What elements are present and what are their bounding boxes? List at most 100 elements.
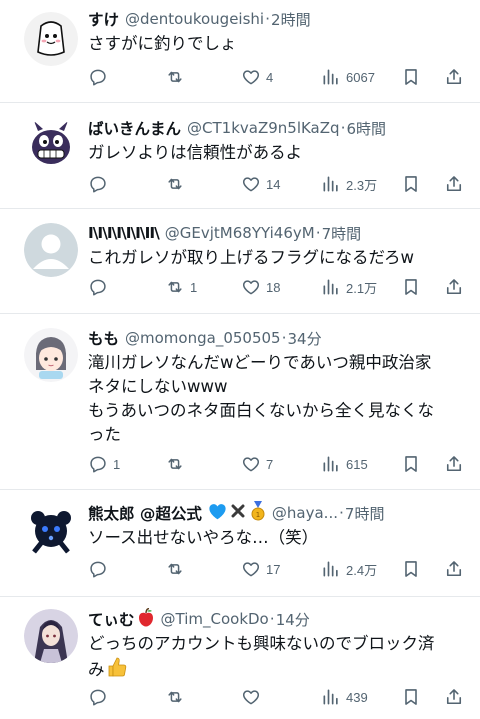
user-handle[interactable]: @momonga_050505 (125, 329, 281, 347)
like-button[interactable]: 4 (241, 65, 273, 89)
tweet[interactable]: てぃむ @Tim_CookDo · 14分 どっちのアカウントも興味ないのでブロ… (0, 597, 480, 719)
timestamp[interactable]: 7時間 (322, 223, 362, 244)
views-button[interactable]: 2.1万 (321, 275, 377, 299)
display-name[interactable]: てぃむ (88, 608, 135, 630)
bookmark-button[interactable] (401, 275, 421, 299)
action-bar: 1 18 2.1万 (88, 275, 470, 299)
tweet-text: ソース出せないやろな…（笑） (88, 528, 319, 547)
tweet[interactable]: I\I\I\I\I\I\II\ @GEvjtM68YYi46yM · 7時間 こ… (0, 209, 480, 314)
avatar[interactable] (24, 117, 78, 171)
reply-button[interactable]: 1 (88, 452, 120, 476)
share-button[interactable] (444, 65, 464, 89)
tweet-header: I\I\I\I\I\I\II\ @GEvjtM68YYi46yM · 7時間 (88, 220, 472, 246)
like-count: 4 (266, 69, 274, 85)
user-handle[interactable]: @haya... (272, 504, 338, 522)
timestamp[interactable]: 7時間 (345, 503, 385, 524)
tweet-header: もも @momonga_050505 · 34分 (88, 325, 472, 351)
views-icon (321, 559, 341, 579)
tweet-header: ばいきんまん @CT1kvaZ9n5lKaZq · 6時間 (88, 115, 472, 141)
user-handle[interactable]: @Tim_CookDo (161, 610, 269, 628)
bookmark-button[interactable] (401, 452, 421, 476)
retweet-button[interactable] (165, 172, 190, 196)
timestamp[interactable]: 14分 (276, 609, 310, 630)
display-name[interactable]: I\I\I\I\I\I\II\ (88, 224, 160, 242)
share-icon (444, 454, 464, 474)
share-icon (444, 277, 464, 297)
retweet-icon (165, 687, 185, 707)
views-count: 2.3万 (346, 177, 378, 193)
tweet[interactable]: 熊太郎 @超公式 1 @haya... · 7時間 ソース出せないやろな…（笑） (0, 490, 480, 597)
user-handle[interactable]: @CT1kvaZ9n5lKaZq (187, 119, 340, 137)
views-button[interactable]: 2.4万 (321, 557, 377, 581)
views-button[interactable]: 6067 (321, 65, 375, 89)
reply-button[interactable] (88, 172, 113, 196)
avatar[interactable] (24, 328, 78, 382)
reply-button[interactable] (88, 65, 113, 89)
like-button[interactable]: 18 (241, 275, 280, 299)
retweet-button[interactable]: 1 (165, 275, 197, 299)
timestamp[interactable]: 34分 (288, 328, 322, 349)
avatar[interactable] (24, 609, 78, 663)
views-count: 615 (346, 456, 368, 472)
bookmark-button[interactable] (401, 65, 421, 89)
heart-icon (241, 277, 261, 297)
reply-button[interactable] (88, 685, 113, 709)
share-button[interactable] (444, 685, 464, 709)
views-button[interactable]: 615 (321, 452, 368, 476)
share-button[interactable] (444, 275, 464, 299)
reply-button[interactable] (88, 275, 113, 299)
display-name[interactable]: もも (88, 327, 119, 349)
tweet-header: 熊太郎 @超公式 1 @haya... · 7時間 (88, 500, 472, 526)
display-name[interactable]: すけ (88, 8, 119, 30)
views-button[interactable]: 439 (321, 685, 368, 709)
bookmark-icon (401, 174, 421, 194)
share-button[interactable] (444, 557, 464, 581)
separator-dot: · (269, 610, 275, 628)
tweet-body: てぃむ @Tim_CookDo · 14分 どっちのアカウントも興味ないのでブロ… (88, 606, 472, 685)
share-button[interactable] (444, 172, 464, 196)
avatar[interactable] (24, 12, 78, 66)
bookmark-button[interactable] (401, 172, 421, 196)
action-bar: 1 7 615 (88, 452, 470, 476)
timestamp[interactable]: 2時間 (271, 9, 311, 30)
display-name[interactable]: ばいきんまん (88, 117, 181, 139)
retweet-button[interactable] (165, 65, 190, 89)
share-icon (444, 174, 464, 194)
tweet[interactable]: もも @momonga_050505 · 34分 滝川ガレソなんだwどーりであい… (0, 314, 480, 490)
retweet-button[interactable] (165, 557, 190, 581)
reply-icon (88, 687, 108, 707)
svg-text:1: 1 (256, 511, 260, 519)
share-icon (444, 687, 464, 707)
user-handle[interactable]: @GEvjtM68YYi46yM (165, 224, 315, 242)
tweet[interactable]: ばいきんまん @CT1kvaZ9n5lKaZq · 6時間 ガレソよりは信頼性が… (0, 103, 480, 209)
display-name[interactable]: 熊太郎 @超公式 (88, 502, 202, 524)
avatar[interactable] (24, 223, 78, 277)
bookmark-icon (401, 67, 421, 87)
action-bar: 14 2.3万 (88, 172, 470, 196)
reply-icon (88, 277, 108, 297)
retweet-button[interactable] (165, 452, 190, 476)
like-button[interactable]: 17 (241, 557, 280, 581)
like-button[interactable]: 7 (241, 452, 273, 476)
views-icon (321, 687, 341, 707)
heart-icon (241, 687, 261, 707)
timestamp[interactable]: 6時間 (347, 118, 387, 139)
like-button[interactable]: 14 (241, 172, 280, 196)
retweet-button[interactable] (165, 685, 190, 709)
bookmark-button[interactable] (401, 557, 421, 581)
like-count: 7 (266, 456, 274, 472)
retweet-icon (165, 277, 185, 297)
views-button[interactable]: 2.3万 (321, 172, 377, 196)
avatar[interactable] (24, 504, 78, 558)
share-button[interactable] (444, 452, 464, 476)
retweet-icon (165, 454, 185, 474)
like-button[interactable] (241, 685, 266, 709)
bookmark-button[interactable] (401, 685, 421, 709)
action-bar: 17 2.4万 (88, 557, 470, 581)
tweet-body: 熊太郎 @超公式 1 @haya... · 7時間 ソース出せないやろな…（笑） (88, 500, 472, 550)
retweet-icon (165, 67, 185, 87)
user-handle[interactable]: @dentoukougeishi (125, 10, 264, 28)
heart-icon (241, 67, 261, 87)
reply-button[interactable] (88, 557, 113, 581)
tweet[interactable]: すけ @dentoukougeishi · 2時間 さすがに釣りでしょ 4 60… (0, 0, 480, 103)
